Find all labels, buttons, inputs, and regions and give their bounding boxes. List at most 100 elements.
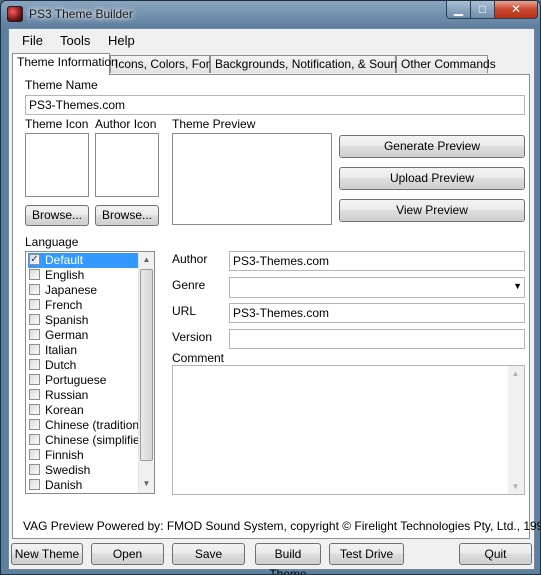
tab-backgrounds-notification-sounds[interactable]: Backgrounds, Notification, & Sounds bbox=[210, 55, 410, 73]
language-checkbox[interactable] bbox=[29, 359, 40, 370]
author-icon-label: Author Icon bbox=[95, 117, 157, 131]
language-item[interactable]: Spanish bbox=[28, 313, 140, 328]
author-input[interactable]: PS3-Themes.com bbox=[229, 251, 525, 271]
language-checkbox[interactable] bbox=[29, 434, 40, 445]
browse-theme-icon-button[interactable]: Browse... bbox=[25, 205, 89, 226]
language-item-label: Default bbox=[45, 253, 84, 267]
language-scrollbar[interactable]: ▲ ▼ bbox=[138, 252, 154, 493]
language-item-label: Japanese bbox=[45, 283, 98, 297]
language-checkbox[interactable] bbox=[29, 329, 40, 340]
theme-name-label: Theme Name bbox=[25, 78, 98, 92]
browse-author-icon-button[interactable]: Browse... bbox=[95, 205, 159, 226]
tab-other-commands[interactable]: Other Commands bbox=[396, 55, 496, 73]
language-item-label: Russian bbox=[45, 388, 89, 402]
language-item-label: Spanish bbox=[45, 313, 89, 327]
title-bar[interactable]: PS3 Theme Builder ▁ □ ✕ bbox=[1, 1, 540, 28]
language-checkbox[interactable] bbox=[29, 374, 40, 385]
comment-scrollbar[interactable]: ▲ ▼ bbox=[508, 366, 524, 494]
language-item-label: German bbox=[45, 328, 89, 342]
genre-label: Genre bbox=[172, 278, 206, 292]
language-item[interactable]: Russian bbox=[28, 388, 140, 403]
language-item-label: French bbox=[45, 298, 83, 312]
language-item[interactable]: English bbox=[28, 268, 140, 283]
comment-label: Comment bbox=[172, 351, 225, 365]
menu-file[interactable]: File bbox=[22, 33, 43, 48]
language-item[interactable]: ✓ Default bbox=[28, 253, 140, 268]
language-item-label: Danish bbox=[45, 478, 83, 492]
language-checkbox[interactable] bbox=[29, 389, 40, 400]
theme-icon-image[interactable] bbox=[25, 133, 89, 197]
menu-bar: File Tools Help bbox=[9, 29, 534, 51]
ps3-app-icon bbox=[7, 6, 23, 22]
author-label: Author bbox=[172, 252, 208, 266]
comment-scroll-up-icon[interactable]: ▲ bbox=[508, 366, 523, 381]
scroll-up-arrow-icon[interactable]: ▲ bbox=[139, 252, 154, 267]
new-theme-button[interactable]: New Theme bbox=[11, 543, 83, 565]
menu-tools[interactable]: Tools bbox=[60, 33, 90, 48]
language-checkbox[interactable] bbox=[29, 344, 40, 355]
language-checkbox[interactable] bbox=[29, 284, 40, 295]
language-checkbox[interactable] bbox=[29, 269, 40, 280]
language-item[interactable]: Italian bbox=[28, 343, 140, 358]
author-icon-image[interactable] bbox=[95, 133, 159, 197]
language-item[interactable]: Swedish bbox=[28, 463, 140, 478]
test-drive-button[interactable]: Test Drive bbox=[329, 543, 404, 565]
close-button[interactable]: ✕ bbox=[494, 1, 538, 19]
client-area: File Tools Help Theme Information Icons,… bbox=[8, 28, 540, 574]
dropdown-arrow-icon[interactable]: ▼ bbox=[513, 281, 522, 291]
save-button[interactable]: Save bbox=[172, 543, 245, 565]
scroll-down-arrow-icon[interactable]: ▼ bbox=[139, 476, 154, 491]
language-checkbox[interactable] bbox=[29, 314, 40, 325]
language-item-label: Chinese (simplified) bbox=[45, 433, 151, 447]
upload-preview-button[interactable]: Upload Preview bbox=[339, 167, 525, 190]
quit-button[interactable]: Quit bbox=[459, 543, 532, 565]
maximize-button[interactable]: □ bbox=[470, 1, 495, 19]
theme-preview-label: Theme Preview bbox=[172, 117, 256, 131]
comment-scroll-down-icon[interactable]: ▼ bbox=[508, 479, 523, 494]
language-label: Language bbox=[25, 235, 79, 249]
language-item[interactable]: Finnish bbox=[28, 448, 140, 463]
theme-icon-label: Theme Icon bbox=[25, 117, 89, 131]
open-button[interactable]: Open bbox=[91, 543, 164, 565]
generate-preview-button[interactable]: Generate Preview bbox=[339, 135, 525, 158]
language-checkbox[interactable] bbox=[29, 464, 40, 475]
comment-textarea[interactable]: ▲ ▼ bbox=[172, 365, 525, 495]
language-item-label: Korean bbox=[45, 403, 84, 417]
language-item-label: Chinese (traditional) bbox=[45, 418, 153, 432]
theme-information-panel: Theme Name PS3-Themes.com Theme Icon Aut… bbox=[12, 74, 530, 539]
menu-help[interactable]: Help bbox=[108, 33, 135, 48]
genre-select[interactable]: ▼ bbox=[229, 277, 525, 298]
minimize-button[interactable]: ▁ bbox=[446, 1, 471, 19]
language-checkbox[interactable] bbox=[29, 299, 40, 310]
theme-name-input[interactable]: PS3-Themes.com bbox=[25, 95, 525, 115]
view-preview-button[interactable]: View Preview bbox=[339, 199, 525, 222]
language-item[interactable]: French bbox=[28, 298, 140, 313]
language-checkbox[interactable] bbox=[29, 404, 40, 415]
language-item-label: English bbox=[45, 268, 85, 282]
language-checkbox[interactable] bbox=[29, 449, 40, 460]
language-list[interactable]: ✓ Default English Japanese French Spanish Germ… bbox=[25, 251, 155, 494]
url-input[interactable]: PS3-Themes.com bbox=[229, 303, 525, 323]
language-item-label: Swedish bbox=[45, 463, 91, 477]
version-input[interactable] bbox=[229, 329, 525, 349]
language-checkbox[interactable] bbox=[29, 479, 40, 490]
tab-strip: Theme Information Icons, Colors, Font Ba… bbox=[12, 53, 532, 75]
language-item[interactable]: Portuguese bbox=[28, 373, 140, 388]
language-item[interactable]: Chinese (traditional) bbox=[28, 418, 152, 433]
build-theme-button[interactable]: Build Theme bbox=[255, 543, 321, 574]
tab-theme-information[interactable]: Theme Information bbox=[12, 53, 118, 75]
theme-preview-image bbox=[172, 133, 332, 225]
language-checkbox[interactable]: ✓ bbox=[29, 254, 40, 265]
language-item[interactable]: Japanese bbox=[28, 283, 140, 298]
language-item[interactable]: Chinese (simplified) bbox=[28, 433, 150, 448]
language-item-label: Portuguese bbox=[45, 373, 107, 387]
language-item[interactable]: Danish bbox=[28, 478, 140, 493]
window-title: PS3 Theme Builder bbox=[29, 7, 133, 21]
tab-icons-colors-font[interactable]: Icons, Colors, Font bbox=[110, 55, 216, 73]
language-checkbox[interactable] bbox=[29, 419, 40, 430]
scroll-thumb[interactable] bbox=[140, 269, 153, 461]
language-item-label: Dutch bbox=[45, 358, 77, 372]
language-item[interactable]: Korean bbox=[28, 403, 140, 418]
language-item[interactable]: German bbox=[28, 328, 140, 343]
language-item[interactable]: Dutch bbox=[28, 358, 140, 373]
